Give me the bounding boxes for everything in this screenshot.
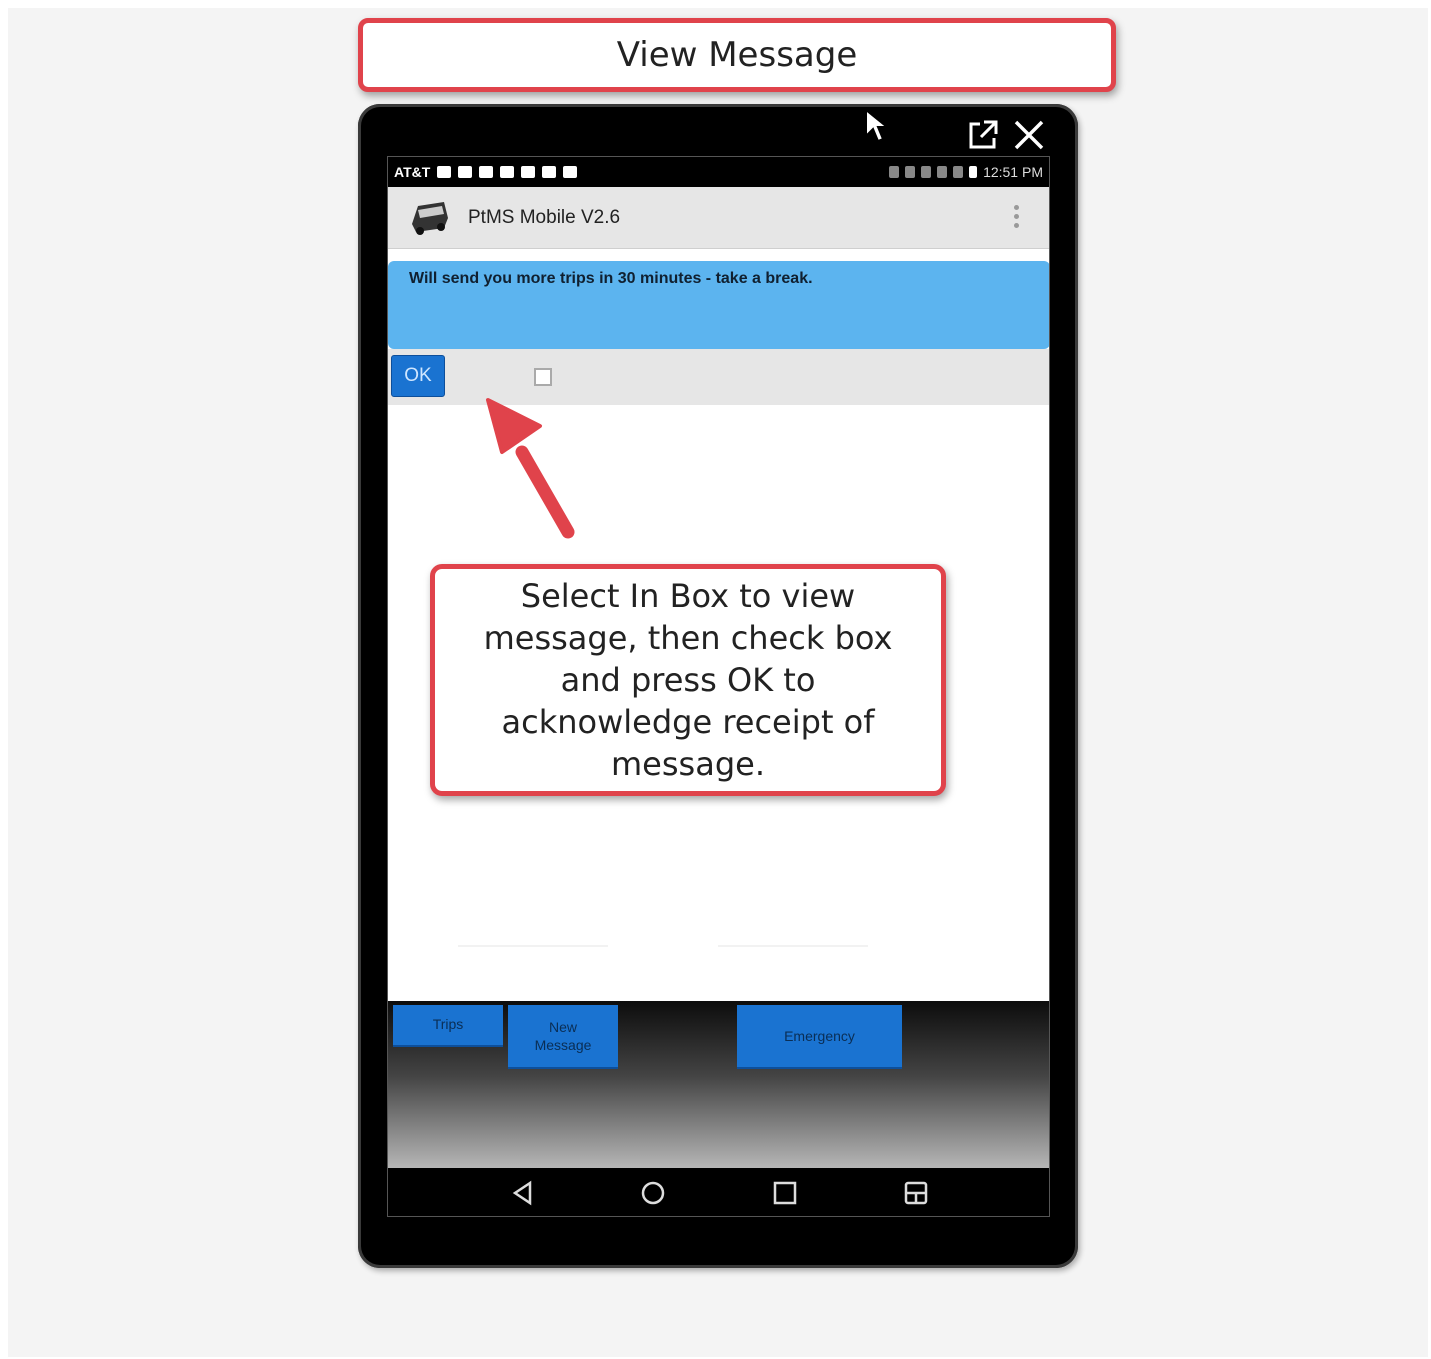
battery-icon: [969, 166, 978, 178]
overflow-menu-icon[interactable]: [1014, 205, 1019, 228]
app-logo-icon: [412, 201, 448, 235]
home-icon[interactable]: [640, 1180, 666, 1206]
carrier-label: AT&T: [394, 164, 431, 180]
eye-icon: [479, 166, 494, 178]
message-body: Will send you more trips in 30 minutes -…: [388, 261, 1049, 349]
instruction-callout: Select In Box to view message, then chec…: [430, 564, 946, 796]
ok-button[interactable]: OK: [391, 355, 445, 397]
status-bar: AT&T 12:51 PM: [388, 157, 1049, 187]
bottom-button-panel: Trips New Message Emergency: [388, 1001, 1049, 1168]
trips-button[interactable]: Trips: [393, 1005, 503, 1047]
app-bar: PtMS Mobile V2.6: [388, 187, 1049, 249]
sync-icon: [905, 166, 916, 178]
divider: [458, 945, 608, 947]
download-icon: [521, 166, 536, 178]
annotation-arrow: [486, 398, 575, 539]
multiwindow-icon[interactable]: [903, 1180, 929, 1206]
signal-icon: [953, 166, 964, 178]
new-message-button[interactable]: New Message: [508, 1005, 618, 1069]
emergency-button[interactable]: Emergency: [737, 1005, 902, 1069]
app-title: PtMS Mobile V2.6: [468, 206, 621, 228]
bag-icon: [563, 166, 578, 178]
notification-icon: [458, 166, 473, 178]
notification-icon: [437, 166, 452, 178]
acknowledge-checkbox[interactable]: [534, 368, 552, 386]
bag-icon: [542, 166, 557, 178]
android-nav-bar: [388, 1168, 1049, 1216]
back-icon[interactable]: [510, 1180, 536, 1206]
wifi-icon: [937, 166, 948, 178]
external-link-icon[interactable]: [966, 118, 1000, 152]
recents-icon[interactable]: [772, 1180, 798, 1206]
close-icon[interactable]: [1012, 118, 1046, 152]
notification-icon: [500, 166, 515, 178]
mute-icon: [921, 166, 932, 178]
divider: [718, 945, 868, 947]
status-time: 12:51 PM: [983, 164, 1043, 180]
location-icon: [889, 166, 900, 178]
mouse-pointer-icon: [865, 108, 890, 143]
page-title: View Message: [358, 18, 1116, 92]
